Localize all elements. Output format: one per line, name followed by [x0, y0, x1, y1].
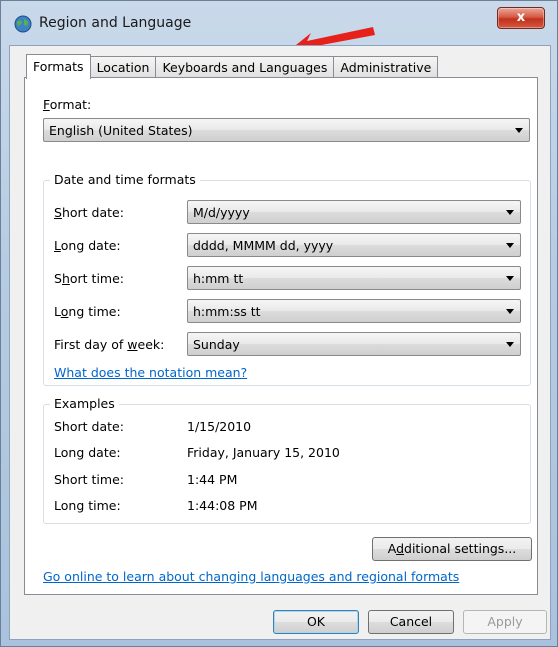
- example-short-time-value: 1:44 PM: [187, 472, 238, 487]
- long-date-dropdown[interactable]: dddd, MMMM dd, yyyy: [187, 233, 521, 257]
- first-day-of-week-label: First day of week:: [54, 337, 164, 352]
- format-dropdown[interactable]: English (United States): [43, 118, 530, 142]
- label-mnemonic: S: [54, 205, 62, 220]
- example-short-date-label: Short date:: [54, 419, 124, 434]
- tab-formats[interactable]: Formats: [26, 54, 91, 79]
- label-post: eek:: [137, 337, 165, 352]
- format-label-rest: ormat:: [49, 97, 92, 112]
- format-dropdown-value: English (United States): [49, 123, 193, 138]
- dialog-body: Formats Location Keyboards and Languages…: [9, 45, 551, 640]
- short-time-label: Short time:: [54, 271, 124, 286]
- region-language-window: Region and Language x Formats Location K…: [0, 0, 558, 647]
- label-pre: L: [54, 304, 61, 319]
- chevron-down-icon: [506, 309, 514, 314]
- chevron-down-icon: [506, 210, 514, 215]
- window-title: Region and Language: [39, 15, 192, 31]
- chevron-down-icon: [506, 243, 514, 248]
- label-post: hort date:: [61, 205, 124, 220]
- globe-icon: [14, 15, 32, 33]
- cancel-button[interactable]: Cancel: [368, 610, 454, 634]
- first-day-of-week-value: Sunday: [193, 337, 240, 352]
- first-day-of-week-dropdown[interactable]: Sunday: [187, 332, 521, 356]
- apply-button[interactable]: Apply: [463, 610, 547, 634]
- long-time-dropdown[interactable]: h:mm:ss tt: [187, 299, 521, 323]
- label-post: ong date:: [60, 238, 121, 253]
- btn-post: ditional settings...: [404, 541, 517, 556]
- example-long-date-label: Long date:: [54, 445, 121, 460]
- example-short-date-value: 1/15/2010: [187, 419, 252, 434]
- label-mnemonic: h: [61, 271, 70, 286]
- tab-administrative[interactable]: Administrative: [334, 56, 439, 78]
- chevron-down-icon: [506, 342, 514, 347]
- btn-mnemonic: d: [396, 541, 405, 556]
- online-languages-link[interactable]: Go online to learn about changing langua…: [43, 569, 459, 584]
- long-time-value: h:mm:ss tt: [193, 304, 261, 319]
- example-short-time-label: Short time:: [54, 472, 124, 487]
- chevron-down-icon: [515, 128, 523, 133]
- short-date-label: Short date:: [54, 205, 124, 220]
- long-date-value: dddd, MMMM dd, yyyy: [193, 238, 334, 253]
- format-label: Format:: [43, 97, 91, 112]
- ok-button[interactable]: OK: [273, 610, 359, 634]
- label-mnemonic: w: [127, 337, 138, 352]
- title-bar[interactable]: Region and Language x: [1, 1, 557, 45]
- tab-location[interactable]: Location: [90, 56, 157, 78]
- group-title: Examples: [50, 396, 119, 411]
- tab-strip: Formats Location Keyboards and Languages…: [26, 54, 439, 79]
- example-long-time-label: Long time:: [54, 498, 121, 513]
- label-mnemonic: L: [54, 238, 61, 253]
- short-time-dropdown[interactable]: h:mm tt: [187, 266, 521, 290]
- short-date-value: M/d/yyyy: [193, 205, 250, 220]
- short-date-dropdown[interactable]: M/d/yyyy: [187, 200, 521, 224]
- tab-keyboards-and-languages[interactable]: Keyboards and Languages: [156, 56, 335, 78]
- format-label-mnemonic: F: [43, 97, 50, 112]
- formats-panel: Format: English (United States) Date and…: [24, 77, 538, 595]
- close-button[interactable]: x: [497, 7, 545, 29]
- short-time-value: h:mm tt: [193, 271, 244, 286]
- date-time-formats-group: Date and time formats Short date: M/d/yy…: [43, 172, 531, 386]
- examples-group: Examples Short date: 1/15/2010 Long date…: [43, 396, 531, 524]
- chevron-down-icon: [506, 276, 514, 281]
- label-pre: First day of: [54, 337, 128, 352]
- btn-pre: A: [387, 541, 397, 556]
- label-pre: S: [54, 271, 62, 286]
- long-date-label: Long date:: [54, 238, 121, 253]
- label-post: ort time:: [69, 271, 124, 286]
- additional-settings-button[interactable]: Additional settings...: [372, 537, 532, 561]
- example-long-date-value: Friday, January 15, 2010: [187, 445, 340, 460]
- example-long-time-value: 1:44:08 PM: [187, 498, 258, 513]
- group-title: Date and time formats: [50, 172, 200, 187]
- long-time-label: Long time:: [54, 304, 121, 319]
- notation-help-link[interactable]: What does the notation mean?: [54, 365, 247, 380]
- label-post: ng time:: [68, 304, 121, 319]
